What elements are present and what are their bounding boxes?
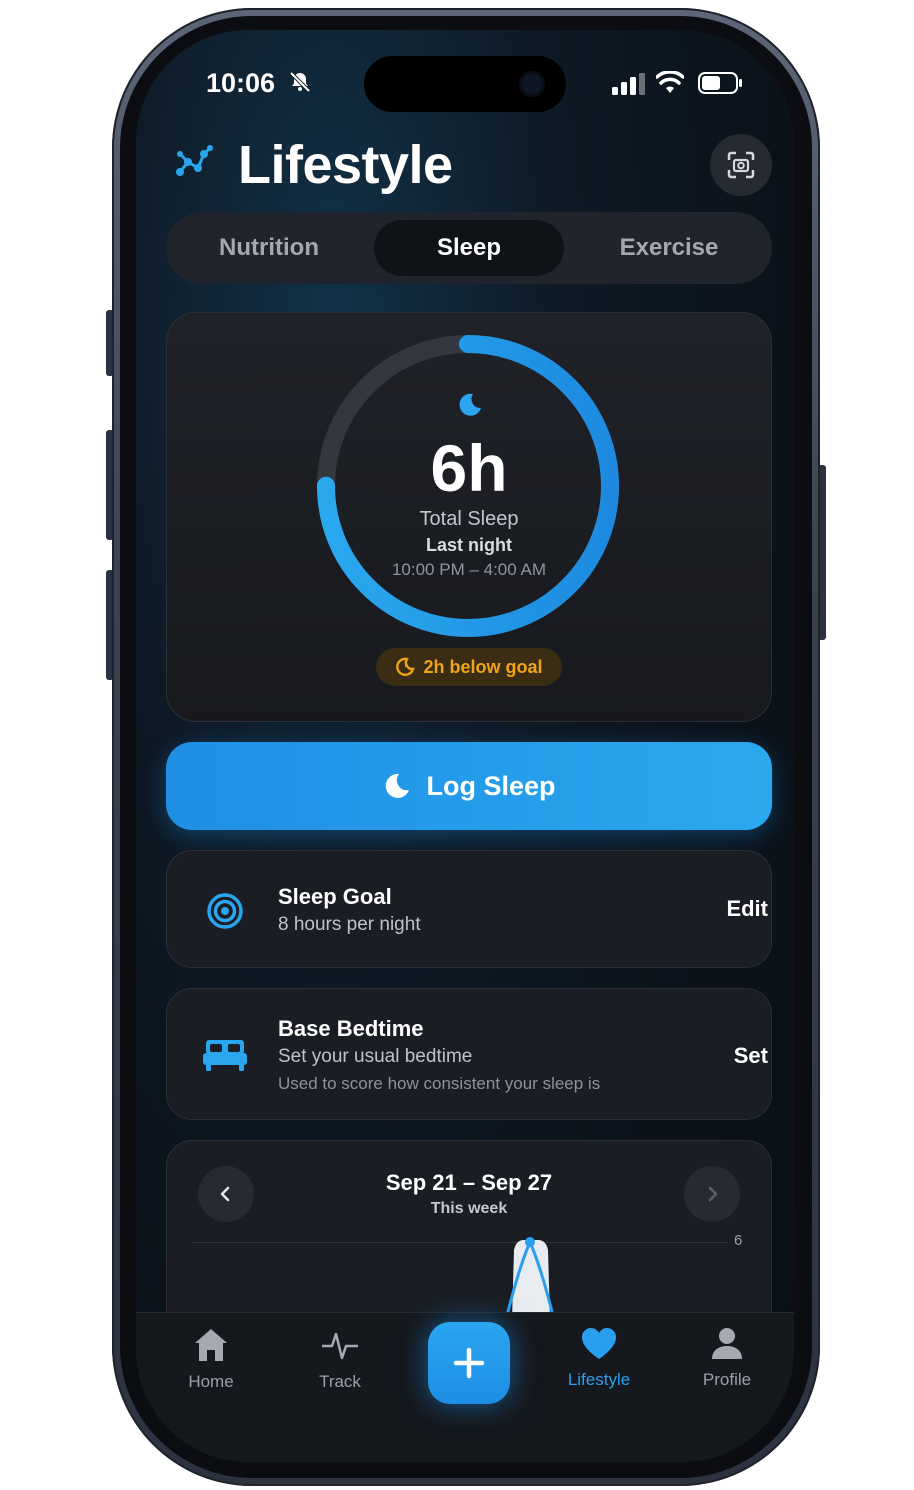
week-subtitle: This week [430,1200,508,1217]
home-icon [195,1329,227,1361]
bell-muted-icon [289,71,311,93]
edit-goal-button[interactable]: Edit [726,896,768,922]
next-week-button[interactable] [684,1166,740,1222]
heart-icon [582,1328,616,1359]
bed-icon [203,1040,247,1071]
nav-lifestyle[interactable]: Lifestyle [544,1326,654,1390]
set-bedtime-button[interactable]: Set [734,1043,768,1069]
goal-status-badge: 2h below goal [376,648,562,686]
plus-icon [453,1347,485,1379]
nav-profile[interactable]: Profile [672,1326,782,1390]
status-time: 10:06 [206,68,276,98]
scan-button[interactable] [710,134,772,196]
sleep-goal-value: 8 hours per night [278,914,421,935]
sleep-period: Last night [426,535,512,555]
sleep-bar-chart [504,1237,556,1320]
base-bedtime-note: Used to score how consistent your sleep … [278,1074,601,1093]
chart-gridline [192,1242,728,1243]
moon-icon [386,773,410,798]
signal-icon [612,73,645,95]
previous-week-button[interactable] [198,1166,254,1222]
data-point [525,1237,535,1247]
moon-alert-icon [396,657,416,676]
segment-tabs: Nutrition Sleep Exercise [166,212,772,284]
chevron-right-icon [708,1186,718,1202]
chart-y-tick: 6 [734,1232,743,1249]
week-range: Sep 21 – Sep 27 [385,1170,553,1195]
nav-home[interactable]: Home [156,1326,266,1392]
page-title: Lifestyle [238,135,453,195]
total-sleep-label: Total Sleep [419,508,519,530]
person-icon [712,1328,742,1359]
nav-home-label: Home [188,1372,234,1391]
sleep-goal-title: Sleep Goal [278,884,392,909]
sleep-goal-card[interactable] [166,850,772,968]
target-icon [207,893,243,929]
log-sleep-button[interactable]: Log Sleep [166,742,772,830]
base-bedtime-subtitle: Set your usual bedtime [278,1046,473,1067]
nav-track[interactable]: Track [285,1326,395,1392]
nav-lifestyle-label: Lifestyle [567,1370,631,1389]
goal-badge-text: 2h below goal [423,656,543,677]
tab-sleep[interactable]: Sleep [374,220,564,276]
tab-exercise[interactable]: Exercise [574,220,764,276]
screen: 10:06 Lifestyle Nutrition Sleep Exercise… [136,30,794,1462]
log-sleep-label: Log Sleep [426,770,556,801]
base-bedtime-title: Base Bedtime [278,1016,424,1041]
activity-icon [322,1332,358,1360]
add-button[interactable] [428,1322,510,1404]
nav-profile-label: Profile [702,1370,752,1389]
nav-track-label: Track [319,1372,361,1391]
moon-icon [459,393,481,416]
wifi-icon [656,71,684,93]
tab-nutrition[interactable]: Nutrition [174,220,364,276]
chevron-left-icon [220,1186,230,1202]
app-logo-icon [176,145,213,176]
battery-icon [698,72,742,94]
sleep-time-range: 10:00 PM – 4:00 AM [391,560,547,579]
total-sleep-value: 6h [430,431,508,505]
camera-icon [522,74,542,94]
scan-icon [727,151,755,179]
